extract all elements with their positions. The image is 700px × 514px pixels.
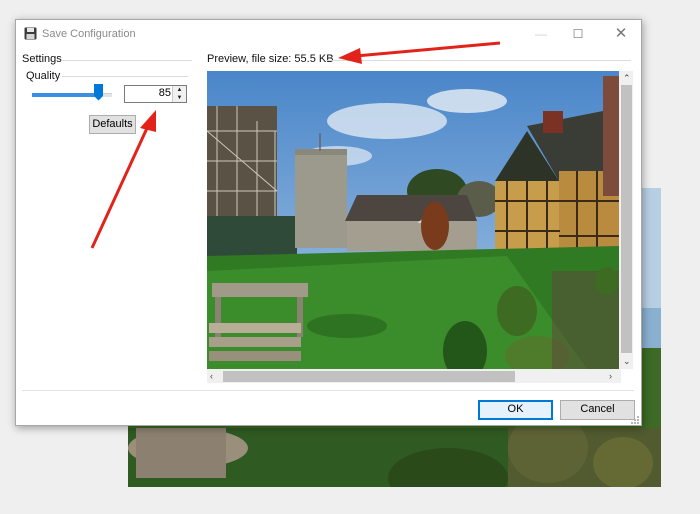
- footer-divider: [22, 390, 634, 391]
- quality-spinbox[interactable]: 85 ▲ ▼: [124, 85, 187, 103]
- save-configuration-dialog: Save Configuration — ☐ ✕ Settings Qualit…: [15, 19, 642, 426]
- preview-label: Preview, file size: 55.5 KB: [207, 53, 334, 65]
- resize-grip-icon[interactable]: [631, 415, 639, 424]
- spin-arrows: ▲ ▼: [172, 86, 186, 102]
- quality-slider-fill: [32, 93, 98, 97]
- preview-pane[interactable]: [207, 71, 621, 383]
- quality-slider-thumb[interactable]: [94, 84, 103, 101]
- scroll-left-icon[interactable]: ‹: [210, 371, 213, 381]
- window-title: Save Configuration: [42, 28, 136, 40]
- title-bar[interactable]: Save Configuration — ☐ ✕: [16, 20, 641, 48]
- minimize-icon[interactable]: —: [531, 25, 551, 43]
- settings-label: Settings: [22, 53, 62, 65]
- quality-value[interactable]: 85: [159, 87, 171, 99]
- scroll-up-icon[interactable]: ⌃: [623, 73, 631, 83]
- maximize-icon[interactable]: ☐: [568, 25, 588, 43]
- scroll-down-icon[interactable]: ⌄: [623, 356, 631, 366]
- close-icon[interactable]: ✕: [611, 25, 631, 43]
- preview-image: [207, 71, 619, 369]
- quality-label: Quality: [26, 70, 61, 82]
- horizontal-scroll-thumb[interactable]: [223, 371, 515, 382]
- preview-horizontal-scrollbar[interactable]: ‹ ›: [207, 369, 620, 383]
- floppy-disk-icon: [24, 27, 37, 40]
- defaults-button[interactable]: Defaults: [89, 115, 136, 134]
- settings-divider: [62, 60, 192, 61]
- ok-button[interactable]: OK: [478, 400, 553, 420]
- preview-divider: [326, 60, 631, 61]
- spin-down-icon[interactable]: ▼: [173, 94, 186, 102]
- vertical-scroll-thumb[interactable]: [621, 85, 632, 353]
- quality-divider: [62, 76, 188, 77]
- scroll-right-icon[interactable]: ›: [609, 371, 612, 381]
- preview-vertical-scrollbar[interactable]: ⌃ ⌄: [620, 71, 633, 369]
- cancel-button[interactable]: Cancel: [560, 400, 635, 420]
